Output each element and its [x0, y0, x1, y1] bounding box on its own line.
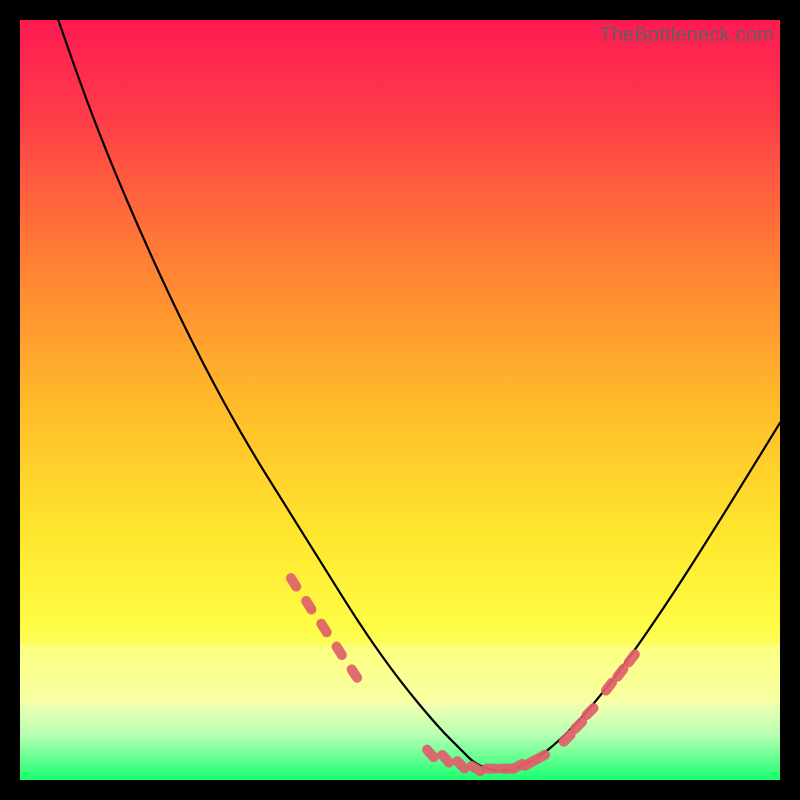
watermark-text: TheBottleneck.com [599, 24, 774, 47]
plot-svg [20, 20, 780, 780]
chart-frame: TheBottleneck.com [20, 20, 780, 780]
pale-band [20, 645, 780, 703]
